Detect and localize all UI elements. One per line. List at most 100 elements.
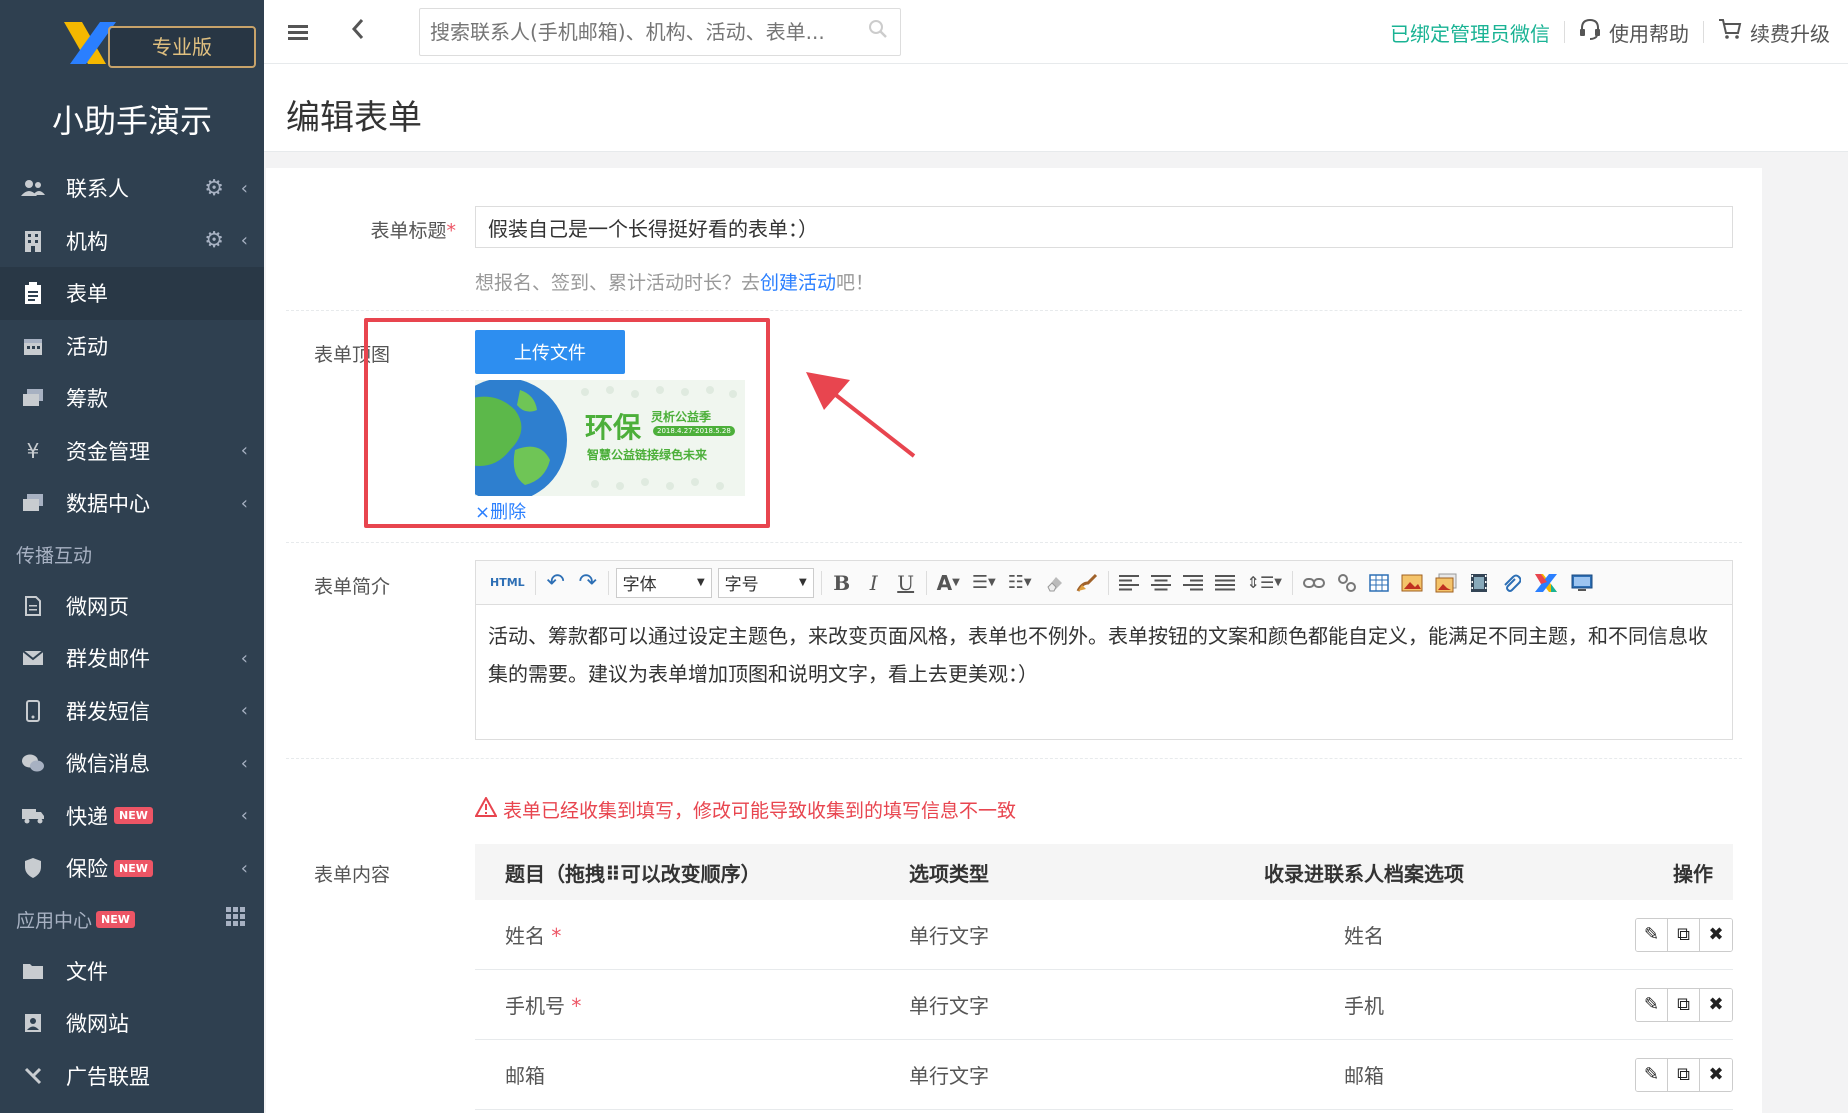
section-label: 传播互动 bbox=[16, 545, 93, 567]
table-row[interactable]: 姓名 * 单行文字 姓名 ✎ ⧉ ✖ bbox=[475, 900, 1733, 970]
back-arrow-icon[interactable] bbox=[350, 14, 366, 49]
sidebar-item-contacts[interactable]: 联系人 ⚙ ‹ bbox=[0, 162, 264, 215]
delete-icon[interactable]: ✖ bbox=[1700, 1058, 1732, 1091]
sidebar-item-express[interactable]: 快递 NEW ‹ bbox=[0, 790, 264, 843]
video-icon[interactable] bbox=[1469, 569, 1489, 597]
logo[interactable]: 专业版 bbox=[60, 18, 256, 68]
header-ops: 操作 bbox=[1673, 861, 1713, 886]
help-link[interactable]: 使用帮助 bbox=[1579, 18, 1689, 47]
format-brush-icon[interactable] bbox=[1076, 569, 1098, 597]
image-icon[interactable] bbox=[1401, 569, 1423, 597]
sidebar-item-files[interactable]: 文件 bbox=[0, 945, 264, 998]
align-justify-icon[interactable] bbox=[1214, 569, 1235, 597]
brand-x-icon[interactable] bbox=[1533, 569, 1559, 597]
section-label: 应用中心 bbox=[16, 910, 93, 932]
align-right-icon[interactable] bbox=[1182, 569, 1203, 597]
sidebar-item-label: 微网页 bbox=[66, 594, 129, 619]
new-badge: NEW bbox=[114, 807, 153, 825]
data-icon bbox=[20, 492, 46, 514]
html-source-button[interactable]: HTML bbox=[490, 569, 525, 597]
unlink-icon[interactable] bbox=[1337, 569, 1357, 597]
font-color-icon[interactable]: A ▼ bbox=[937, 569, 960, 597]
upgrade-link[interactable]: 续费升级 bbox=[1718, 18, 1830, 47]
edit-icon[interactable]: ✎ bbox=[1636, 1058, 1668, 1091]
wechat-bound-link[interactable]: 已绑定管理员微信 bbox=[1390, 18, 1550, 47]
sidebar-item-label: 微网站 bbox=[66, 1012, 129, 1037]
editor-content[interactable]: 活动、筹款都可以通过设定主题色，来改变页面风格，表单也不例外。表单按钮的文案和颜… bbox=[476, 605, 1732, 705]
table-icon[interactable] bbox=[1369, 569, 1389, 597]
search-icon[interactable] bbox=[868, 19, 888, 45]
gear-icon[interactable]: ⚙ bbox=[204, 228, 224, 253]
shield-icon bbox=[20, 857, 46, 879]
data-warning: 表单已经收集到填写，修改可能导致收集到的填写信息不一致 bbox=[474, 795, 1016, 823]
toolbar-divider bbox=[607, 570, 609, 595]
editor-toolbar: HTML ↶ ↷ 字体 ▼ 字号 ▼ B I U A ▼ ☰ ▼ ☷ ▼ ⇕☰ … bbox=[476, 561, 1732, 605]
field-name: 邮箱 bbox=[505, 1064, 545, 1088]
delete-image-link[interactable]: ×删除 bbox=[475, 498, 526, 524]
redo-icon[interactable]: ↷ bbox=[578, 569, 598, 597]
sidebar-item-micro-site[interactable]: 微网站 bbox=[0, 997, 264, 1050]
delete-icon[interactable]: ✖ bbox=[1700, 988, 1732, 1021]
users-icon bbox=[20, 177, 46, 199]
create-event-link[interactable]: 创建活动 bbox=[760, 272, 836, 294]
sidebar-item-forms[interactable]: 表单 bbox=[0, 267, 264, 320]
sidebar: 专业版 小助手演示 联系人 ⚙ ‹ 机构 ⚙ ‹ 表单 活动 筹款 ¥ 资金管理… bbox=[0, 0, 264, 1113]
align-left-icon[interactable] bbox=[1118, 569, 1139, 597]
edit-icon[interactable]: ✎ bbox=[1636, 988, 1668, 1021]
copy-icon[interactable]: ⧉ bbox=[1668, 918, 1700, 951]
edition-badge: 专业版 bbox=[108, 26, 256, 68]
upload-file-button[interactable]: 上传文件 bbox=[475, 330, 625, 374]
field-name-cell: 手机号 * bbox=[475, 990, 909, 1019]
sidebar-item-ad-alliance[interactable]: 广告联盟 bbox=[0, 1050, 264, 1103]
header-question: 题目（拖拽⠿可以改变顺序） bbox=[505, 861, 761, 886]
annotation-arrow-icon bbox=[806, 372, 916, 458]
line-height-icon[interactable]: ⇕☰ ▼ bbox=[1247, 569, 1282, 597]
sidebar-item-mass-email[interactable]: 群发邮件 ‹ bbox=[0, 632, 264, 685]
section-divider bbox=[286, 758, 1742, 759]
chevron-left-icon: ‹ bbox=[240, 700, 248, 722]
font-size-select[interactable]: 字号 ▼ bbox=[717, 567, 814, 598]
preview-icon[interactable] bbox=[1571, 569, 1593, 597]
table-row[interactable]: 邮箱 单行文字 邮箱 ✎ ⧉ ✖ bbox=[475, 1040, 1733, 1110]
gear-icon[interactable]: ⚙ bbox=[204, 176, 224, 201]
sidebar-item-fundraising[interactable]: 筹款 bbox=[0, 372, 264, 425]
sidebar-item-organizations[interactable]: 机构 ⚙ ‹ bbox=[0, 215, 264, 268]
sidebar-item-label: 数据中心 bbox=[66, 492, 150, 517]
form-title-input[interactable] bbox=[476, 207, 1732, 247]
search-input[interactable] bbox=[420, 9, 900, 55]
edit-icon[interactable]: ✎ bbox=[1636, 918, 1668, 951]
multi-image-icon[interactable] bbox=[1435, 569, 1457, 597]
eraser-icon[interactable] bbox=[1044, 569, 1064, 597]
bold-icon[interactable]: B bbox=[832, 569, 852, 597]
caret-down-icon: ▼ bbox=[798, 577, 807, 588]
sidebar-item-mass-sms[interactable]: 群发短信 ‹ bbox=[0, 685, 264, 738]
sidebar-item-label: 群发邮件 bbox=[66, 647, 150, 672]
size-select-label: 字号 bbox=[724, 575, 759, 595]
hamburger-menu-icon[interactable] bbox=[288, 18, 308, 48]
sidebar-item-wechat-message[interactable]: 微信消息 ‹ bbox=[0, 737, 264, 790]
font-family-select[interactable]: 字体 ▼ bbox=[615, 567, 712, 598]
link-icon[interactable] bbox=[1303, 569, 1325, 597]
sidebar-item-label: 活动 bbox=[66, 334, 108, 359]
table-row[interactable]: 手机号 * 单行文字 手机 ✎ ⧉ ✖ bbox=[475, 970, 1733, 1040]
italic-icon[interactable]: I bbox=[864, 569, 884, 597]
underline-icon[interactable]: U bbox=[896, 569, 916, 597]
header-type: 选项类型 bbox=[909, 861, 989, 886]
align-center-icon[interactable] bbox=[1150, 569, 1171, 597]
copy-icon[interactable]: ⧉ bbox=[1668, 988, 1700, 1021]
unordered-list-icon[interactable]: ☷ ▼ bbox=[1008, 569, 1032, 597]
banner-title: 环保 bbox=[585, 411, 642, 444]
truck-icon bbox=[20, 805, 46, 827]
field-name-cell: 姓名 * bbox=[475, 920, 909, 949]
sidebar-item-data-center[interactable]: 数据中心 ‹ bbox=[0, 477, 264, 530]
copy-icon[interactable]: ⧉ bbox=[1668, 1058, 1700, 1091]
ordered-list-icon[interactable]: ☰ ▼ bbox=[972, 569, 996, 597]
sidebar-nav: 联系人 ⚙ ‹ 机构 ⚙ ‹ 表单 活动 筹款 ¥ 资金管理 ‹ 数据中心 ‹ … bbox=[0, 162, 264, 1102]
grid-icon[interactable] bbox=[226, 907, 246, 932]
font-select-label: 字体 bbox=[622, 575, 657, 595]
yen-icon: ¥ bbox=[26, 438, 40, 463]
attachment-icon[interactable] bbox=[1501, 569, 1521, 597]
delete-icon[interactable]: ✖ bbox=[1700, 918, 1732, 951]
sidebar-item-finance[interactable]: ¥ 资金管理 ‹ bbox=[0, 425, 264, 478]
undo-icon[interactable]: ↶ bbox=[546, 569, 566, 597]
